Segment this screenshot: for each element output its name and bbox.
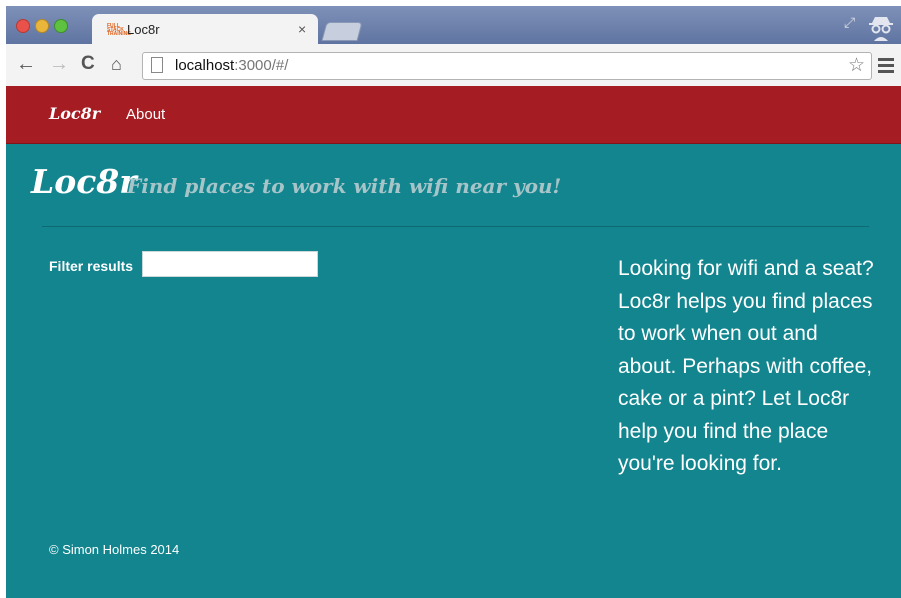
heading-divider (42, 226, 869, 227)
page-heading: Loc8r (31, 162, 137, 201)
sidebar-description: Looking for wifi and a seat? Loc8r helps… (618, 257, 874, 475)
page-content: Loc8r Find places to work with wifi near… (6, 144, 901, 598)
tab-close-icon[interactable]: × (298, 21, 306, 37)
tab-bar: FULL STACK TRAINING Loc8r × ⤢ (6, 6, 901, 44)
page-strapline: Find places to work with wifi near you! (127, 174, 562, 198)
filter-label: Filter results (49, 258, 134, 274)
address-bar[interactable]: localhost:3000/#/ ☆ (142, 52, 872, 80)
zoom-window-button[interactable] (54, 19, 68, 33)
filter-input[interactable] (142, 251, 318, 277)
browser-toolbar: ← → C ⌂ localhost:3000/#/ ☆ (6, 44, 901, 87)
footer-copyright: © Simon Holmes 2014 (49, 542, 180, 557)
tab-title: Loc8r (127, 22, 160, 37)
site-navbar: Loc8r About (6, 86, 901, 144)
minimize-window-button[interactable] (35, 19, 49, 33)
bookmark-star-icon[interactable]: ☆ (848, 54, 865, 77)
expand-icon[interactable]: ⤢ (844, 14, 855, 31)
close-window-button[interactable] (16, 19, 30, 33)
new-tab-button[interactable] (321, 22, 363, 41)
tab-loc8r[interactable]: FULL STACK TRAINING Loc8r × (92, 14, 318, 44)
favicon-icon: FULL STACK TRAINING (107, 23, 132, 37)
back-icon[interactable]: ← (16, 54, 36, 74)
page-icon (151, 57, 163, 73)
url-text: localhost:3000/#/ (175, 57, 289, 74)
forward-icon[interactable]: → (49, 54, 69, 74)
menu-icon[interactable] (878, 58, 894, 76)
home-icon[interactable]: ⌂ (111, 54, 122, 74)
browser-window: FULL STACK TRAINING Loc8r × ⤢ ← → C ⌂ lo… (6, 6, 901, 598)
navbar-brand-link[interactable]: Loc8r (49, 104, 100, 123)
nav-about-link[interactable]: About (126, 106, 165, 123)
incognito-icon (869, 17, 893, 41)
reload-icon[interactable]: C (81, 54, 95, 74)
